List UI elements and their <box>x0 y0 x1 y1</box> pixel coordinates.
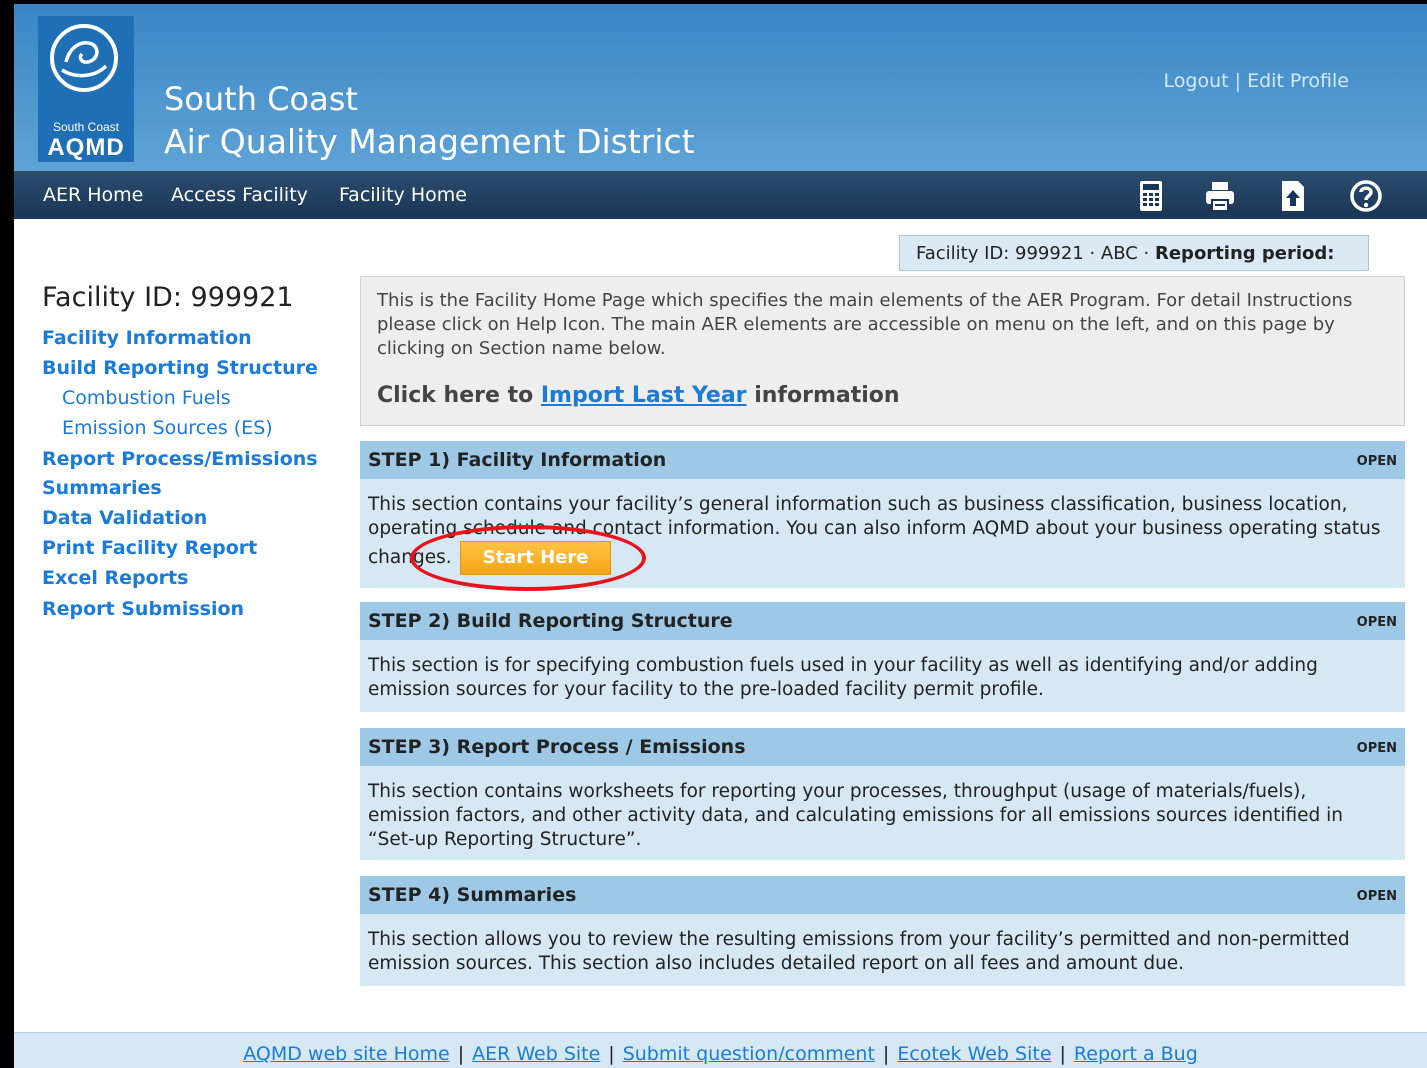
footer-separator: | <box>1059 1043 1066 1065</box>
footer-link-aer-site[interactable]: AER Web Site <box>472 1043 600 1065</box>
facility-info-strip: Facility ID: 999921 · ABC · Reporting pe… <box>899 235 1369 271</box>
step-3-panel: STEP 3) Report Process / Emissions OPEN … <box>360 728 1405 860</box>
help-icon[interactable] <box>1349 179 1383 213</box>
site-header: South Coast AQMD South Coast Air Quality… <box>14 4 1427 171</box>
step-2-status[interactable]: OPEN <box>1357 615 1397 630</box>
facility-info-text: Facility ID: 999921 · ABC · <box>916 243 1155 264</box>
step-1-title: STEP 1) Facility Information <box>368 449 667 471</box>
upload-icon[interactable] <box>1276 179 1310 213</box>
step-3-header[interactable]: STEP 3) Report Process / Emissions OPEN <box>360 728 1405 766</box>
sidebar-item-combustion-fuels[interactable]: Combustion Fuels <box>62 387 231 409</box>
step-3-description: This section contains worksheets for rep… <box>368 781 1344 850</box>
account-link-separator: | <box>1228 70 1248 92</box>
step-1-body: This section contains your facility’s ge… <box>368 493 1393 575</box>
step-3-title: STEP 3) Report Process / Emissions <box>368 736 746 758</box>
logo-text-bottom: AQMD <box>47 134 125 161</box>
step-2-panel: STEP 2) Build Reporting Structure OPEN T… <box>360 602 1405 712</box>
step-2-description: This section is for specifying combustio… <box>368 655 1318 700</box>
reporting-period-label: Reporting period: <box>1154 243 1335 264</box>
footer-link-ecotek[interactable]: Ecotek Web Site <box>897 1043 1051 1065</box>
import-prefix: Click here to <box>377 383 541 408</box>
step-2-header[interactable]: STEP 2) Build Reporting Structure OPEN <box>360 602 1405 640</box>
printer-icon[interactable] <box>1203 179 1237 213</box>
main-nav: AER Home Access Facility Facility Home <box>14 171 1427 219</box>
start-here-button[interactable]: Start Here <box>459 541 612 575</box>
footer-separator: | <box>882 1043 890 1065</box>
sidebar-item-facility-information[interactable]: Facility Information <box>42 327 252 349</box>
nav-access-facility[interactable]: Access Facility <box>171 184 308 206</box>
site-footer: AQMD web site Home | AER Web Site | Submit q… <box>14 1032 1427 1068</box>
aqmd-emblem-icon <box>50 24 118 92</box>
sidebar-item-data-validation[interactable]: Data Validation <box>42 507 207 529</box>
nav-aer-home[interactable]: AER Home <box>43 184 143 206</box>
calculator-icon[interactable] <box>1134 179 1168 213</box>
step-4-title: STEP 4) Summaries <box>368 884 577 906</box>
import-prompt: Click here to Import Last Year informati… <box>377 383 900 408</box>
sidebar-item-report-process-emissions[interactable]: Report Process/Emissions <box>42 448 318 470</box>
footer-link-report-bug[interactable]: Report a Bug <box>1074 1043 1198 1065</box>
step-4-description: This section allows you to review the re… <box>368 929 1350 974</box>
footer-separator: | <box>457 1043 465 1065</box>
footer-link-submit-question[interactable]: Submit question/comment <box>623 1043 875 1065</box>
org-name-line1: South Coast <box>164 80 358 118</box>
sidebar-item-summaries[interactable]: Summaries <box>42 477 162 499</box>
sidebar-title: Facility ID: 999921 <box>42 282 294 313</box>
step-1-panel: STEP 1) Facility Information OPEN This s… <box>360 441 1405 588</box>
step-3-status[interactable]: OPEN <box>1357 741 1397 756</box>
step-4-panel: STEP 4) Summaries OPEN This section allo… <box>360 876 1405 986</box>
account-links: Logout | Edit Profile <box>1164 70 1349 92</box>
sidebar-item-excel-reports[interactable]: Excel Reports <box>42 567 188 589</box>
import-suffix: information <box>746 383 900 408</box>
step-4-status[interactable]: OPEN <box>1357 889 1397 904</box>
footer-separator: | <box>608 1043 615 1065</box>
footer-link-aqmd-home[interactable]: AQMD web site Home <box>243 1043 449 1065</box>
sidebar-item-print-facility-report[interactable]: Print Facility Report <box>42 537 257 559</box>
sidebar-item-build-reporting-structure[interactable]: Build Reporting Structure <box>42 357 318 379</box>
import-last-year-link[interactable]: Import Last Year <box>541 383 747 408</box>
org-name-line2: Air Quality Management District <box>164 122 695 161</box>
sidebar-item-report-submission[interactable]: Report Submission <box>42 598 244 620</box>
step-2-title: STEP 2) Build Reporting Structure <box>368 610 733 632</box>
logo-text-top: South Coast <box>52 120 120 134</box>
browser-viewport: South Coast AQMD South Coast Air Quality… <box>14 4 1427 1068</box>
nav-facility-home[interactable]: Facility Home <box>339 184 467 206</box>
step-1-header[interactable]: STEP 1) Facility Information OPEN <box>360 441 1405 479</box>
step-1-status[interactable]: OPEN <box>1357 454 1397 469</box>
intro-description: This is the Facility Home Page which spe… <box>377 290 1353 359</box>
intro-panel: This is the Facility Home Page which spe… <box>360 276 1405 426</box>
sidebar-item-emission-sources[interactable]: Emission Sources (ES) <box>62 417 273 439</box>
aqmd-logo[interactable]: South Coast AQMD <box>38 16 134 162</box>
step-4-header[interactable]: STEP 4) Summaries OPEN <box>360 876 1405 914</box>
edit-profile-link[interactable]: Edit Profile <box>1247 70 1349 92</box>
logout-link[interactable]: Logout <box>1164 70 1229 92</box>
